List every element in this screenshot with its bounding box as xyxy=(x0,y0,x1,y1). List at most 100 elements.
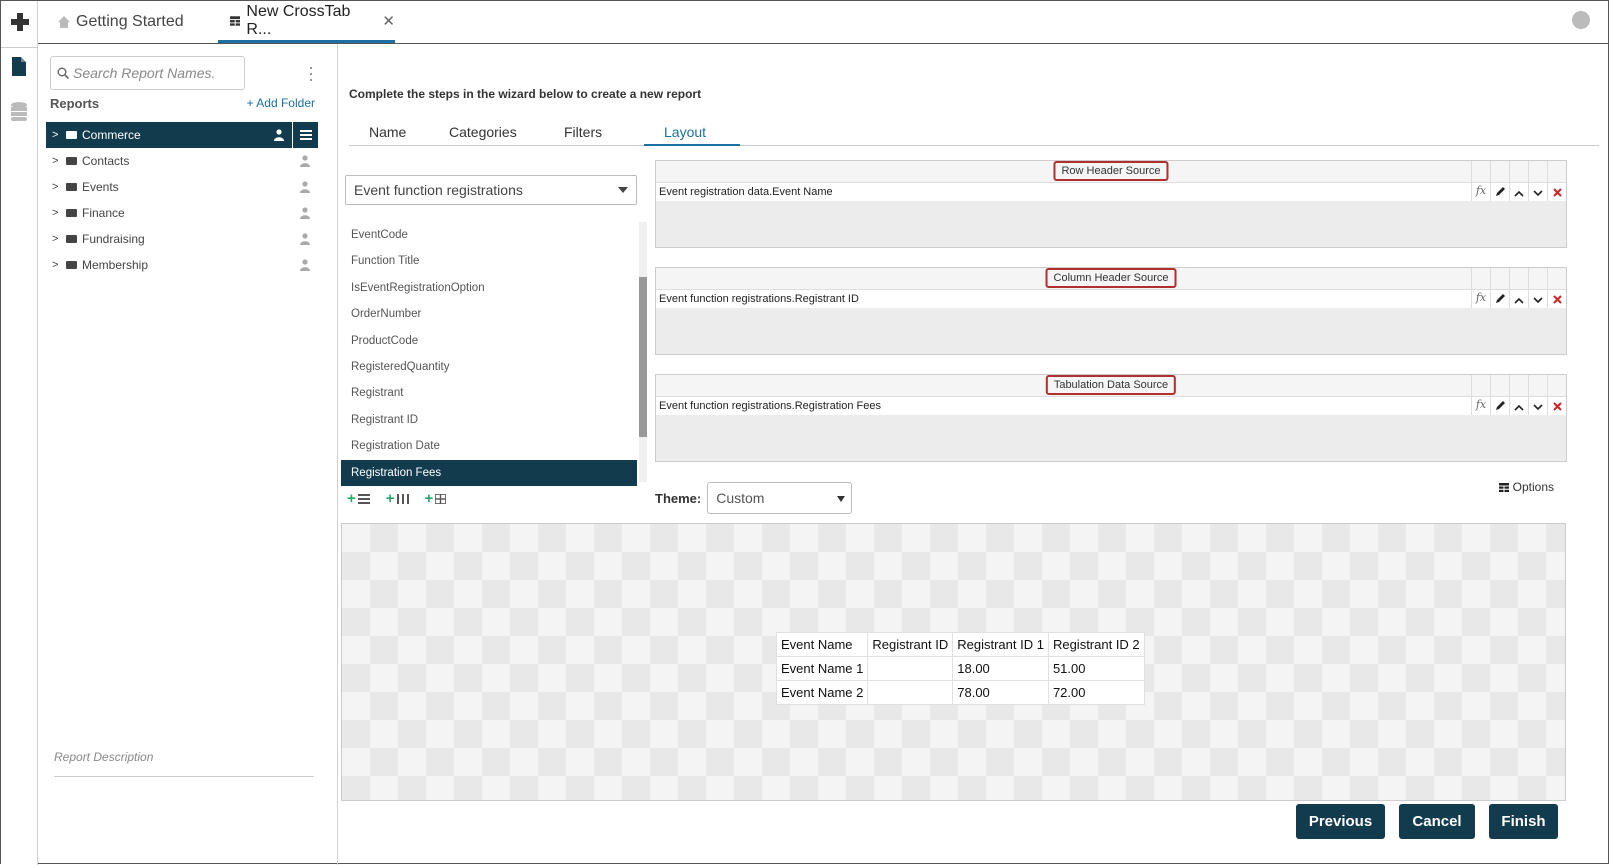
database-icon[interactable] xyxy=(10,102,28,122)
field-item[interactable]: Function Title xyxy=(341,248,637,274)
column-header: Registrant ID 2 xyxy=(1047,632,1145,657)
row-header-source-label: Row Header Source xyxy=(1053,161,1169,181)
data-source-value: Event function registrations xyxy=(354,182,523,198)
field-item[interactable]: RegisteredQuantity xyxy=(341,354,637,380)
scrollbar-thumb[interactable] xyxy=(639,277,647,437)
edit-icon[interactable] xyxy=(1490,375,1509,415)
move-up-icon[interactable] xyxy=(1509,268,1528,308)
more-options-icon[interactable]: · · · xyxy=(308,58,314,88)
column-header: Registrant ID xyxy=(867,632,954,657)
field-item[interactable]: ProductCode xyxy=(341,328,637,354)
user-icon[interactable] xyxy=(300,259,310,271)
chevron-right-icon[interactable]: > xyxy=(52,181,62,193)
rows-icon xyxy=(357,493,370,504)
document-icon[interactable] xyxy=(11,57,27,77)
edit-icon[interactable] xyxy=(1490,268,1509,308)
row-header-source-box: Row Header Source Event registration dat… xyxy=(655,160,1567,248)
field-item[interactable]: Registrant ID xyxy=(341,407,637,433)
add-to-columns-button[interactable]: + xyxy=(386,490,409,507)
add-to-tabulation-button[interactable]: + xyxy=(425,490,447,507)
tab-label: New CrossTab R... xyxy=(246,2,351,38)
move-up-icon[interactable] xyxy=(1509,375,1528,415)
column-header: Registrant ID 1 xyxy=(952,632,1049,657)
move-down-icon[interactable] xyxy=(1528,161,1547,201)
delete-icon[interactable] xyxy=(1547,268,1566,308)
column-header-source-value: Event function registrations.Registrant … xyxy=(656,290,1566,308)
folder-commerce[interactable]: > Commerce xyxy=(46,122,318,148)
user-icon[interactable] xyxy=(300,207,310,219)
folder-icon xyxy=(66,183,77,191)
rail-divider xyxy=(1,47,38,48)
chevron-right-icon[interactable]: > xyxy=(52,129,62,141)
plus-icon: + xyxy=(424,490,434,507)
tab-layout[interactable]: Layout xyxy=(644,114,740,146)
user-icon[interactable] xyxy=(274,129,284,141)
plus-icon[interactable] xyxy=(9,11,31,33)
field-item[interactable]: Registrant xyxy=(341,380,637,406)
table-cell: 18.00 xyxy=(952,656,1049,681)
previous-button[interactable]: Previous xyxy=(1296,804,1385,839)
folder-fundraising[interactable]: > Fundraising xyxy=(46,226,318,252)
formula-icon[interactable]: fx xyxy=(1471,161,1490,201)
field-item[interactable]: Registration Date xyxy=(341,433,637,459)
chevron-right-icon[interactable]: > xyxy=(52,259,62,271)
formula-icon[interactable]: fx xyxy=(1471,268,1490,308)
user-icon[interactable] xyxy=(300,155,310,167)
chevron-right-icon[interactable]: > xyxy=(52,233,62,245)
folder-label: Contacts xyxy=(82,154,130,168)
edit-icon[interactable] xyxy=(1490,161,1509,201)
user-icon[interactable] xyxy=(300,233,310,245)
hamburger-menu-icon[interactable] xyxy=(292,122,318,148)
finish-button[interactable]: Finish xyxy=(1489,804,1558,839)
folder-membership[interactable]: > Membership xyxy=(46,252,318,278)
user-icon[interactable] xyxy=(300,181,310,193)
folder-icon xyxy=(66,261,77,269)
folder-contacts[interactable]: > Contacts xyxy=(46,148,318,174)
add-to-rows-button[interactable]: + xyxy=(347,490,370,507)
chevron-right-icon[interactable]: > xyxy=(52,207,62,219)
move-down-icon[interactable] xyxy=(1528,268,1547,308)
table-row: Event Name 1 18.00 51.00 xyxy=(775,656,1145,681)
field-item-selected[interactable]: Registration Fees xyxy=(341,459,637,486)
formula-icon[interactable]: fx xyxy=(1471,375,1490,415)
move-up-icon[interactable] xyxy=(1509,161,1528,201)
tab-crosstab[interactable]: New CrossTab R... ✕ xyxy=(218,1,395,43)
tab-getting-started[interactable]: Getting Started xyxy=(58,1,184,43)
top-tab-bar: Getting Started New CrossTab R... ✕ xyxy=(38,1,1609,44)
field-item[interactable]: EventCode xyxy=(341,222,637,248)
field-item[interactable]: OrderNumber xyxy=(341,301,637,327)
report-description-field[interactable]: Report Description xyxy=(54,750,314,777)
folder-label: Commerce xyxy=(82,128,141,142)
delete-icon[interactable] xyxy=(1547,161,1566,201)
theme-select[interactable]: Custom xyxy=(707,482,853,514)
folder-events[interactable]: > Events xyxy=(46,174,318,200)
data-source-select[interactable]: Event function registrations xyxy=(345,175,637,205)
move-down-icon[interactable] xyxy=(1528,375,1547,415)
globe-icon[interactable] xyxy=(1572,11,1590,29)
chevron-right-icon[interactable]: > xyxy=(52,155,62,167)
tab-categories[interactable]: Categories xyxy=(429,114,544,146)
wizard-tabs: Name Categories Filters Layout xyxy=(349,114,1599,146)
field-list-scrollbar[interactable] xyxy=(639,222,647,482)
folder-finance[interactable]: > Finance xyxy=(46,200,318,226)
search-input[interactable]: Search Report Names. xyxy=(50,56,245,90)
table-cell xyxy=(867,656,954,681)
folder-label: Fundraising xyxy=(82,232,145,246)
tabulation-data-source-value: Event function registrations.Registratio… xyxy=(656,397,1566,415)
options-label: Options xyxy=(1512,480,1554,494)
delete-icon[interactable] xyxy=(1547,375,1566,415)
close-icon[interactable]: ✕ xyxy=(382,12,395,30)
left-rail xyxy=(1,1,38,865)
folder-icon xyxy=(66,131,77,139)
crosstab-preview: Event Name Registrant ID Registrant ID 1… xyxy=(341,523,1566,801)
table-cell: 72.00 xyxy=(1047,680,1145,705)
tab-name[interactable]: Name xyxy=(349,114,429,146)
source-box-header: Tabulation Data Source xyxy=(656,375,1566,397)
field-item[interactable]: IsEventRegistrationOption xyxy=(341,275,637,301)
options-button[interactable]: Options xyxy=(1498,480,1554,494)
add-folder-link[interactable]: + Add Folder xyxy=(247,96,315,110)
cancel-button[interactable]: Cancel xyxy=(1399,804,1475,839)
sidebar: Search Report Names. · · · Reports + Add F… xyxy=(38,44,338,865)
crosstab-icon xyxy=(230,15,241,26)
tab-filters[interactable]: Filters xyxy=(544,114,644,146)
